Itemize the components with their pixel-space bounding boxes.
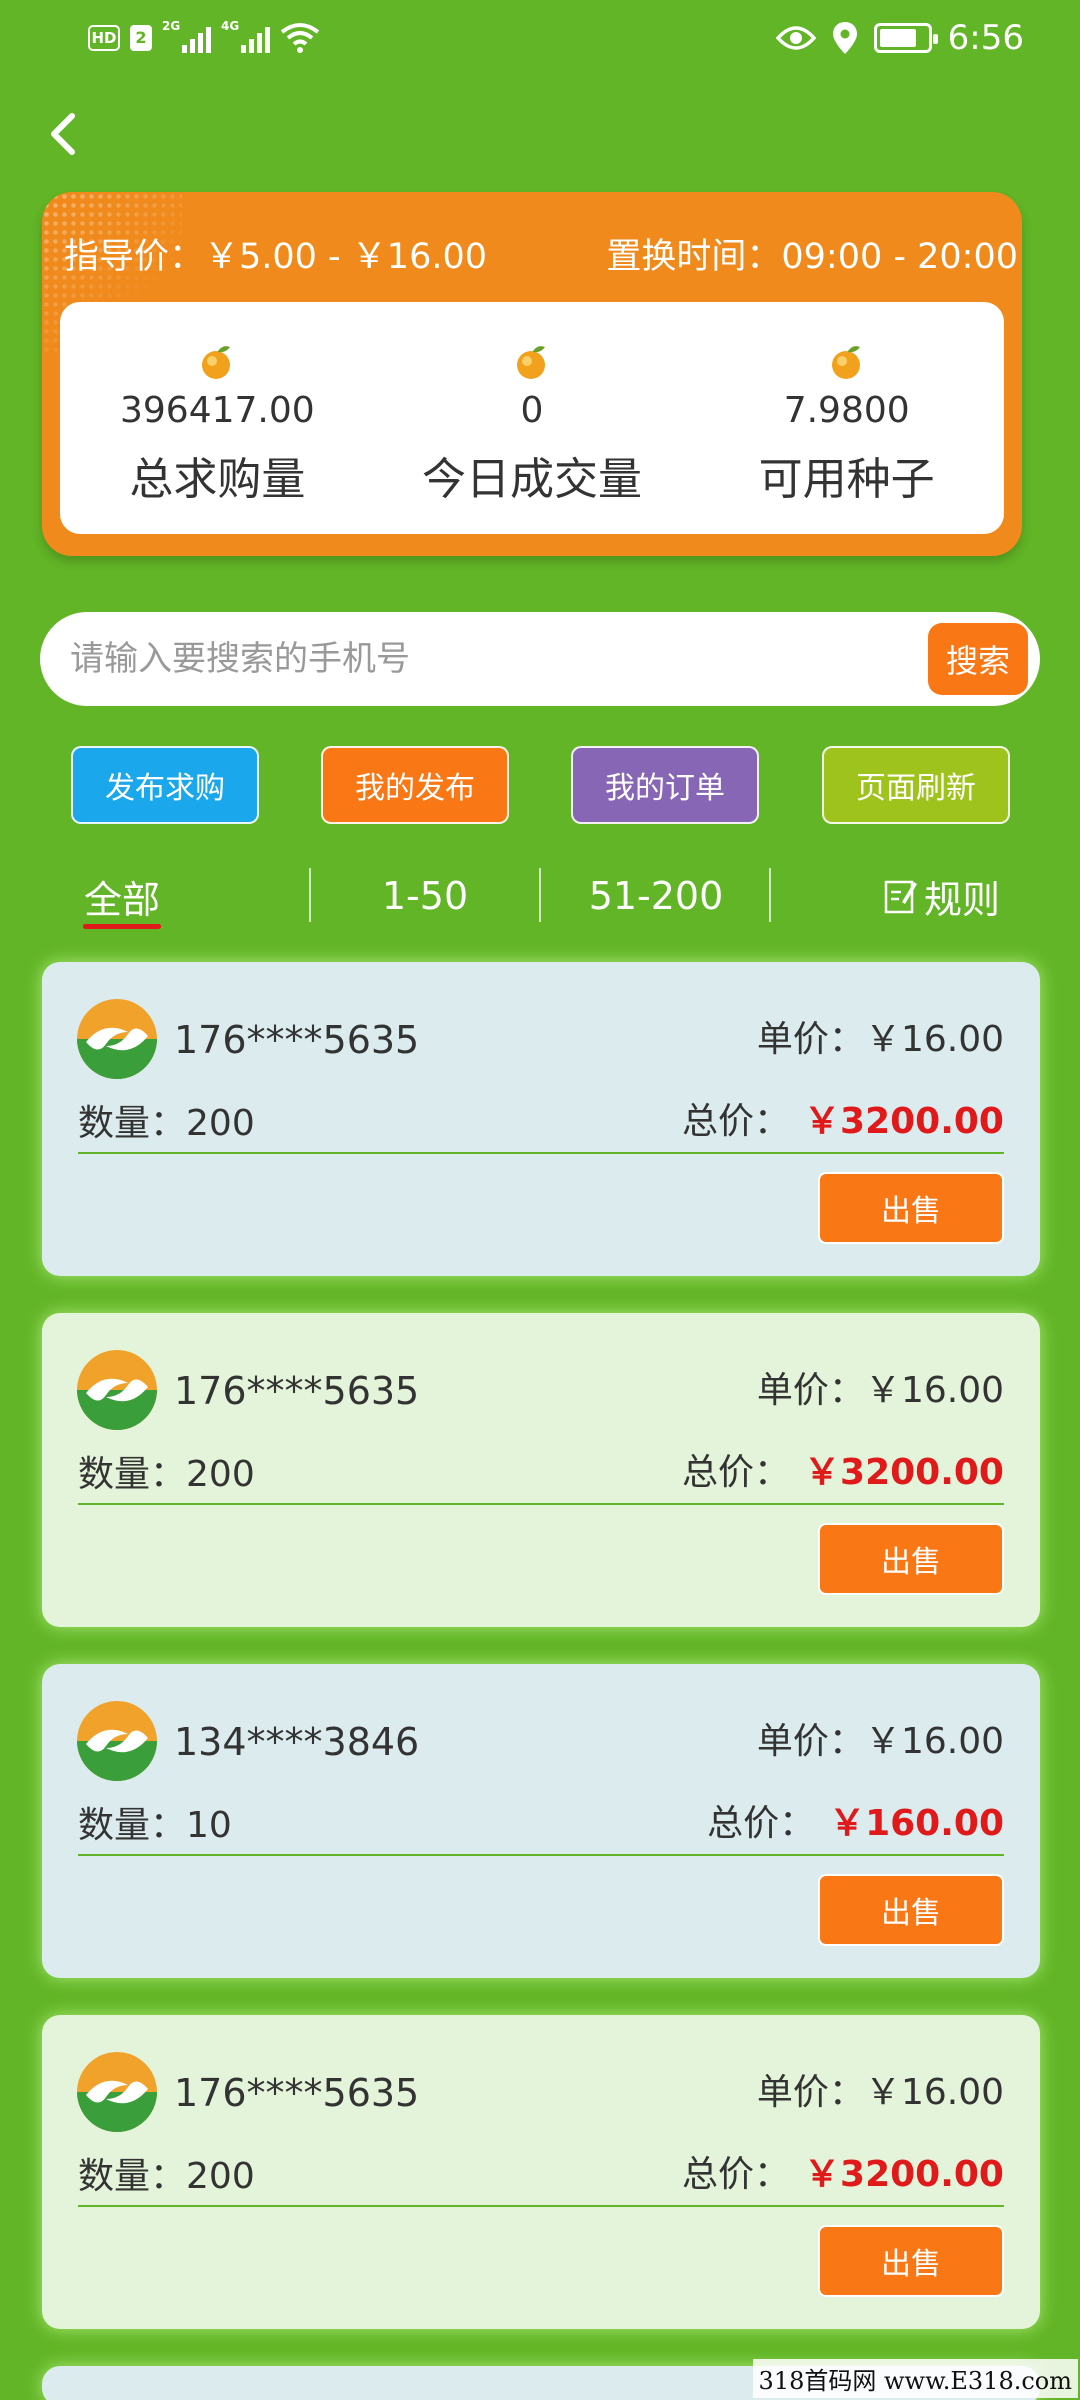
stats-panel: 396417.00 总求购量 0 今日成交量 7.9800 可用种子 <box>60 302 1004 534</box>
location-icon <box>832 22 857 54</box>
edit-note-icon <box>884 880 917 914</box>
swap-time: 置换时间：09:00 - 20:00 <box>606 237 1018 277</box>
order-card: 134****3846 单价：￥16.00 数量：10 总价： ￥160.00 出… <box>42 1664 1040 1978</box>
seller-phone: 176****5635 <box>174 1369 420 1413</box>
tab-divider <box>769 868 771 922</box>
stat-today-volume: 0 今日成交量 <box>375 302 690 534</box>
tab-divider <box>539 868 541 922</box>
order-card: 176****5635 单价：￥16.00 数量：200 总价： ￥3200.00… <box>42 2015 1040 2329</box>
back-arrow-icon[interactable] <box>40 104 90 164</box>
tab-range-1-50[interactable]: 1-50 <box>330 858 520 934</box>
watermark: 318首码网 www.E318.com <box>752 2359 1078 2398</box>
stats-card: 指导价：￥5.00 - ￥16.00 置换时间：09:00 - 20:00 39… <box>42 192 1022 556</box>
sim-badge: 2 <box>130 25 152 51</box>
filter-tabs: 全部 1-50 51-200 规则 <box>0 858 1080 934</box>
order-card: 176****5635 单价：￥16.00 数量：200 总价： ￥3200.00… <box>42 1313 1040 1627</box>
divider <box>78 1152 1004 1154</box>
my-orders-button[interactable]: 我的订单 <box>571 746 759 824</box>
hd-badge: HD <box>88 25 120 51</box>
stat-label: 今日成交量 <box>422 454 642 505</box>
status-left: HD 2 2G 4G <box>88 19 320 54</box>
guide-price: 指导价：￥5.00 - ￥16.00 <box>64 237 488 277</box>
stat-label: 总求购量 <box>129 454 306 505</box>
sell-button[interactable]: 出售 <box>818 1874 1004 1946</box>
stat-available-seeds: 7.9800 可用种子 <box>689 302 1004 534</box>
brand-logo-avatar <box>77 2052 157 2132</box>
active-tab-indicator <box>83 924 161 929</box>
stat-label: 可用种子 <box>758 454 935 505</box>
eye-icon <box>775 26 816 50</box>
tab-range-51-200[interactable]: 51-200 <box>556 858 756 934</box>
orange-fruit-icon <box>831 346 860 379</box>
search-input[interactable] <box>70 630 950 688</box>
sell-button[interactable]: 出售 <box>818 1523 1004 1595</box>
unit-price: 单价：￥16.00 <box>756 2072 1004 2113</box>
tab-rules[interactable]: 规则 <box>872 858 1012 934</box>
seller-phone: 176****5635 <box>174 1018 420 1062</box>
total-price: 总价： ￥3200.00 <box>682 1452 1004 1493</box>
search-button[interactable]: 搜索 <box>928 623 1028 695</box>
divider <box>78 1503 1004 1505</box>
stat-value: 0 <box>520 390 544 431</box>
unit-price: 单价：￥16.00 <box>756 1019 1004 1060</box>
tab-rules-label: 规则 <box>923 877 1000 922</box>
signal-icon: 2G <box>162 19 211 53</box>
quantity: 数量：200 <box>78 1454 255 1495</box>
quantity: 数量：10 <box>78 1805 232 1846</box>
unit-price: 单价：￥16.00 <box>756 1721 1004 1762</box>
action-buttons: 发布求购 我的发布 我的订单 页面刷新 <box>71 746 1011 824</box>
signal-icon-2: 4G <box>221 19 270 53</box>
divider <box>78 2205 1004 2207</box>
total-price: 总价： ￥3200.00 <box>682 1101 1004 1142</box>
wifi-icon <box>280 23 320 53</box>
orange-fruit-icon <box>202 346 231 379</box>
publish-demand-button[interactable]: 发布求购 <box>71 746 259 824</box>
brand-logo-avatar <box>77 1350 157 1430</box>
quantity: 数量：200 <box>78 1103 255 1144</box>
status-bar: HD 2 2G 4G 6:56 <box>0 0 1080 80</box>
refresh-button[interactable]: 页面刷新 <box>822 746 1010 824</box>
stat-value: 396417.00 <box>119 390 315 431</box>
divider <box>78 1854 1004 1856</box>
my-posts-button[interactable]: 我的发布 <box>321 746 509 824</box>
tab-all[interactable]: 全部 <box>60 858 184 934</box>
stat-total-demand: 396417.00 总求购量 <box>60 302 375 534</box>
brand-logo-avatar <box>77 999 157 1079</box>
seller-phone: 134****3846 <box>174 1720 420 1764</box>
status-time: 6:56 <box>947 18 1024 58</box>
quantity: 数量：200 <box>78 2156 255 2197</box>
sell-button[interactable]: 出售 <box>818 2225 1004 2297</box>
total-price: 总价： ￥3200.00 <box>682 2154 1004 2195</box>
brand-logo-avatar <box>77 1701 157 1781</box>
tab-divider <box>309 868 311 922</box>
unit-price: 单价：￥16.00 <box>756 1370 1004 1411</box>
status-right: 6:56 <box>775 18 1024 58</box>
stat-value: 7.9800 <box>783 390 910 431</box>
sell-button[interactable]: 出售 <box>818 1172 1004 1244</box>
battery-icon <box>873 23 938 53</box>
order-card: 176****5635 单价：￥16.00 数量：200 总价： ￥3200.00… <box>42 962 1040 1276</box>
total-price: 总价： ￥160.00 <box>707 1803 1004 1844</box>
search-bar: 搜索 <box>40 612 1040 706</box>
seller-phone: 176****5635 <box>174 2071 420 2115</box>
orange-fruit-icon <box>517 346 545 379</box>
